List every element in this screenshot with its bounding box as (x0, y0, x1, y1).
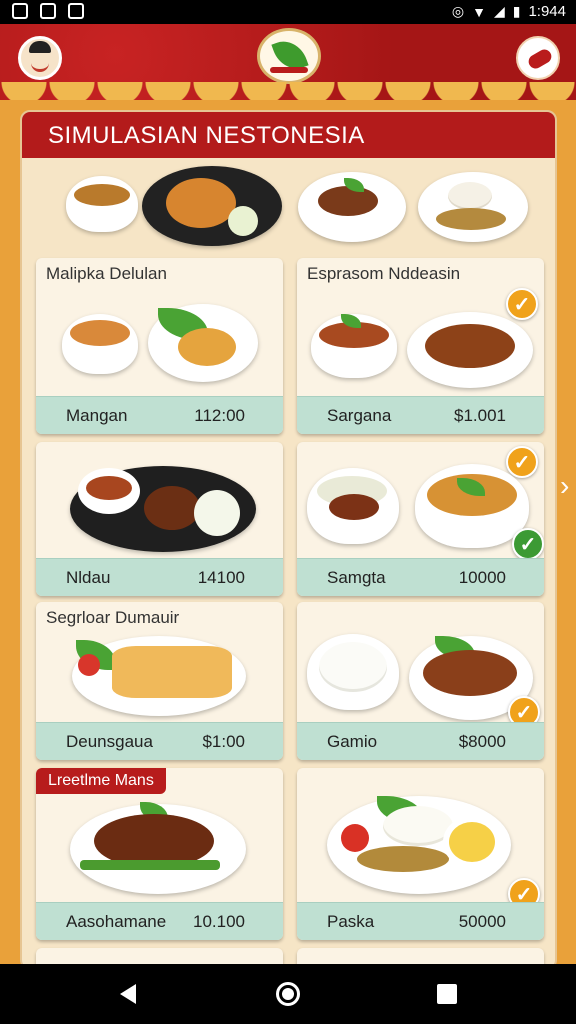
price-strip: Deunsgaua $1:00 (36, 722, 283, 760)
notification-icons (12, 3, 84, 19)
noodle-plate-image (142, 166, 282, 246)
bone-menu-icon[interactable] (516, 36, 560, 80)
item-name: Gamio (327, 732, 378, 751)
item-name: Sargana (327, 406, 392, 425)
battery-icon: ▮ (512, 3, 521, 19)
check-badge-icon[interactable]: ✓ (506, 446, 538, 478)
item-price: $8000 (458, 732, 506, 751)
rendang-bowl-image (307, 468, 399, 544)
app-logo (257, 28, 321, 84)
card-title: Esprasom Nddeasin (307, 264, 461, 283)
item-price: 112:00 (194, 406, 245, 425)
check-badge-icon[interactable]: ✓ (506, 288, 538, 320)
price-strip: Gamio $8000 (297, 722, 544, 760)
promo-tag: Lreetlme Mans (36, 768, 166, 794)
price-strip: Aasohamane 10.100 (36, 902, 283, 940)
menu-card[interactable]: Esprasom Nddeasin ✓ Sargana $1.001 (297, 258, 544, 434)
home-icon[interactable] (276, 982, 300, 1006)
status-bar: ◎ ▼ ◢ ▮ 1:944 (0, 0, 576, 24)
system-icons: ◎ ▼ ◢ ▮ 1:944 (452, 3, 566, 20)
grilled-chicken-plate-image (70, 802, 246, 894)
price-strip: Nldau 14100 (36, 558, 283, 596)
alarm-icon: ◎ (451, 3, 465, 19)
menu-card[interactable]: ✓ Gamio $8000 (297, 602, 544, 760)
menu-card[interactable]: Nldau 14100 (36, 442, 283, 596)
noodle-plate-image (407, 312, 533, 388)
item-price: 10.100 (193, 912, 245, 931)
hero-dishes (22, 162, 555, 257)
card-title: Segrloar Dumauir (46, 608, 180, 627)
rice-platter-image (327, 796, 511, 894)
menu-card[interactable]: ✓ ✓ Samgta 10000 (297, 442, 544, 596)
tofu-bowl-image (415, 464, 529, 548)
fried-snack-plate-image (148, 304, 258, 382)
item-price: 50000 (458, 912, 506, 931)
item-price: 10000 (458, 568, 506, 587)
soup-bowl-image (66, 176, 138, 232)
recent-apps-icon[interactable] (437, 984, 457, 1004)
rice-bowl-image (307, 634, 399, 710)
menu-card[interactable]: Lreetlme Mans Aasohamane 10.100 (36, 768, 283, 940)
item-price: $1.001 (454, 406, 506, 425)
rice-plate-image (418, 172, 528, 242)
curry-bowl-image (62, 314, 138, 374)
android-icon (12, 3, 28, 19)
menu-card[interactable]: ✓ Paska 50000 (297, 768, 544, 940)
clock: 1:944 (528, 3, 566, 20)
menu-card[interactable]: Segrloar Dumauir Deunsgaua $1:00 (36, 602, 283, 760)
price-strip: Paska 50000 (297, 902, 544, 940)
item-name: Aasohamane (66, 912, 167, 931)
app-header (0, 24, 576, 100)
card-title: Malipka Delulan (46, 264, 167, 283)
avatar[interactable] (18, 36, 62, 80)
item-name: Samgta (327, 568, 386, 587)
wifi-icon: ▼ (472, 3, 486, 20)
stew-bowl-image (311, 314, 397, 378)
next-page-arrow-icon[interactable]: › (560, 462, 576, 510)
fried-tofu-plate-image (72, 636, 246, 716)
back-icon[interactable] (120, 984, 136, 1004)
item-name: Mangan (66, 406, 128, 425)
panel-title-bar: SIMULASIAN NESTONESIA (22, 112, 555, 158)
menu-panel: SIMULASIAN NESTONESIA Malipka Delulan Ma… (20, 110, 557, 970)
platter-image (70, 466, 256, 552)
check-badge-icon[interactable]: ✓ (512, 528, 544, 560)
price-strip: Samgta 10000 (297, 558, 544, 596)
grilled-meat-plate-image (298, 172, 406, 242)
item-name: Deunsgaua (66, 732, 153, 751)
calendar-icon (68, 3, 84, 19)
image-icon (40, 3, 56, 19)
system-navigation-bar (0, 964, 576, 1024)
item-price: 14100 (197, 568, 245, 587)
item-price: $1:00 (202, 732, 245, 751)
panel-title: SIMULASIAN NESTONESIA (48, 122, 365, 149)
price-strip: Sargana $1.001 (297, 396, 544, 434)
price-strip: Mangan 112:00 (36, 396, 283, 434)
item-name: Paska (327, 912, 375, 931)
signal-icon: ◢ (493, 3, 505, 19)
menu-card[interactable]: Malipka Delulan Mangan 112:00 (36, 258, 283, 434)
item-name: Nldau (66, 568, 111, 587)
